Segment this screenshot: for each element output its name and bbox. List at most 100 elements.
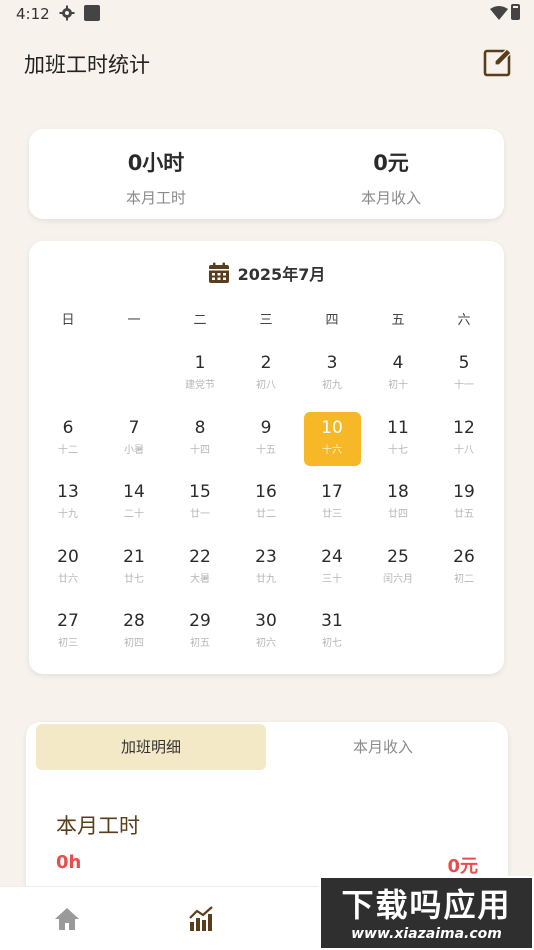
calendar-day[interactable]: 9 十五	[233, 412, 299, 477]
weekday-label: 二	[193, 313, 207, 328]
wifi-icon	[490, 6, 508, 20]
watermark-url: www.xiazaima.com	[351, 926, 502, 942]
calendar-day[interactable]: 16 廿二	[233, 476, 299, 541]
day-number: 23	[255, 546, 277, 567]
calendar-day[interactable]: 13 十九	[35, 476, 101, 541]
tab-overtime-detail[interactable]: 加班明细	[36, 724, 266, 770]
lunar-date: 初十	[388, 380, 408, 391]
day-number: 30	[255, 611, 277, 632]
calendar-day[interactable]: 30 初六	[233, 605, 299, 670]
day-number: 10	[321, 417, 343, 438]
calendar-day[interactable]: 7 小暑	[101, 412, 167, 477]
calendar-day[interactable]: 14 二十	[101, 476, 167, 541]
lunar-date: 十五	[256, 444, 276, 456]
day-number: 13	[57, 482, 79, 503]
lunar-date: 廿四	[388, 509, 408, 521]
page-title: 加班工时统计	[24, 53, 150, 77]
calendar-grid: 1 建党节 2 初八 3 初九 4 初十 5 十一 6 十二 7 小暑 8 十四 9 十五 10 十六 11 十七 12 十八…	[35, 347, 497, 670]
calendar-day[interactable]: 2 初八	[233, 347, 299, 412]
lunar-date: 三十	[322, 573, 342, 585]
calendar-day[interactable]: 19 廿五	[431, 476, 497, 541]
lunar-date: 初三	[58, 638, 78, 650]
day-number: 18	[387, 482, 409, 503]
calendar-day[interactable]: 6 十二	[35, 412, 101, 477]
calendar-empty-cell	[101, 347, 167, 412]
day-number: 26	[453, 546, 475, 567]
home-icon[interactable]	[53, 905, 81, 933]
hours-value: 0小时	[127, 151, 185, 175]
calendar-day[interactable]: 25 闰六月	[365, 541, 431, 606]
calendar-day[interactable]: 15 廿一	[167, 476, 233, 541]
lunar-date: 十八	[454, 444, 474, 456]
calendar-day[interactable]: 1 建党节	[167, 347, 233, 412]
day-number: 29	[189, 611, 211, 632]
weekday-label: 六	[457, 313, 471, 328]
calendar-day[interactable]: 28 初四	[101, 605, 167, 670]
calendar-day[interactable]: 5 十一	[431, 347, 497, 412]
lunar-date: 初八	[256, 380, 276, 391]
day-number: 22	[189, 546, 211, 567]
detail-title: 本月工时	[56, 814, 140, 838]
lunar-date: 十二	[58, 444, 78, 456]
weekday-label: 五	[391, 313, 405, 328]
calendar-empty-cell	[35, 347, 101, 412]
calendar-day[interactable]: 31 初七	[299, 605, 365, 670]
day-number: 14	[123, 482, 145, 503]
calendar-day[interactable]: 4 初十	[365, 347, 431, 412]
income-stat: 0元 本月收入	[291, 147, 491, 208]
lunar-date: 大暑	[190, 573, 210, 585]
calendar-day[interactable]: 23 廿九	[233, 541, 299, 606]
lunar-date: 廿六	[58, 573, 78, 585]
calendar-day[interactable]: 3 初九	[299, 347, 365, 412]
day-number: 12	[453, 417, 475, 438]
calendar-day-selected[interactable]: 10 十六	[299, 411, 365, 477]
day-number: 2	[260, 353, 272, 373]
calendar-day[interactable]: 22 大暑	[167, 541, 233, 606]
calendar-icon	[208, 262, 229, 283]
detail-tabs: 加班明细 本月收入	[36, 724, 498, 770]
notification-icon	[84, 5, 100, 21]
day-number: 19	[453, 482, 475, 503]
watermark-title: 下载吗应用	[341, 886, 512, 924]
day-number: 24	[321, 546, 343, 567]
calendar-day[interactable]: 12 十八	[431, 412, 497, 477]
tab-monthly-income[interactable]: 本月收入	[268, 724, 498, 770]
day-number: 1	[194, 353, 206, 373]
lunar-date: 十六	[322, 444, 342, 456]
income-label: 本月收入	[360, 189, 421, 207]
calendar-day[interactable]: 29 初五	[167, 605, 233, 670]
watermark-logo: 下载吗应用 www.xiazaima.com	[319, 876, 534, 950]
calendar-day[interactable]: 24 三十	[299, 541, 365, 606]
day-number: 16	[255, 482, 277, 503]
edit-icon[interactable]	[482, 46, 514, 78]
monthly-stats-card: 0小时 本月工时 0元 本月收入	[29, 129, 504, 219]
day-number: 25	[387, 546, 409, 567]
calendar-day[interactable]: 21 廿七	[101, 541, 167, 606]
hours-label: 本月工时	[125, 189, 186, 207]
status-bar: 4:12	[0, 0, 534, 28]
calendar-day[interactable]: 8 十四	[167, 412, 233, 477]
status-time: 4:12	[16, 5, 50, 23]
calendar-day[interactable]: 26 初二	[431, 541, 497, 606]
app-header: 加班工时统计	[0, 40, 534, 88]
day-number: 8	[194, 417, 206, 438]
lunar-date: 十九	[58, 509, 78, 521]
detail-income-value: 0元	[447, 856, 478, 877]
lunar-date: 廿九	[256, 573, 276, 585]
calendar-day[interactable]: 17 廿三	[299, 476, 365, 541]
lunar-date: 廿五	[454, 509, 474, 521]
day-number: 3	[326, 353, 338, 373]
detail-hours-value: 0h	[56, 852, 82, 873]
stats-chart-icon[interactable]	[187, 905, 215, 933]
day-number: 11	[387, 417, 409, 438]
lunar-date: 初二	[454, 573, 474, 585]
calendar-day[interactable]: 20 廿六	[35, 541, 101, 606]
lunar-date: 初五	[190, 638, 210, 650]
calendar-day[interactable]: 11 十七	[365, 412, 431, 477]
battery-icon	[511, 4, 520, 20]
calendar-day[interactable]: 27 初三	[35, 605, 101, 670]
lunar-date: 廿七	[124, 573, 144, 585]
calendar-day[interactable]: 18 廿四	[365, 476, 431, 541]
lunar-date: 十四	[190, 444, 210, 456]
day-number: 7	[128, 417, 140, 438]
